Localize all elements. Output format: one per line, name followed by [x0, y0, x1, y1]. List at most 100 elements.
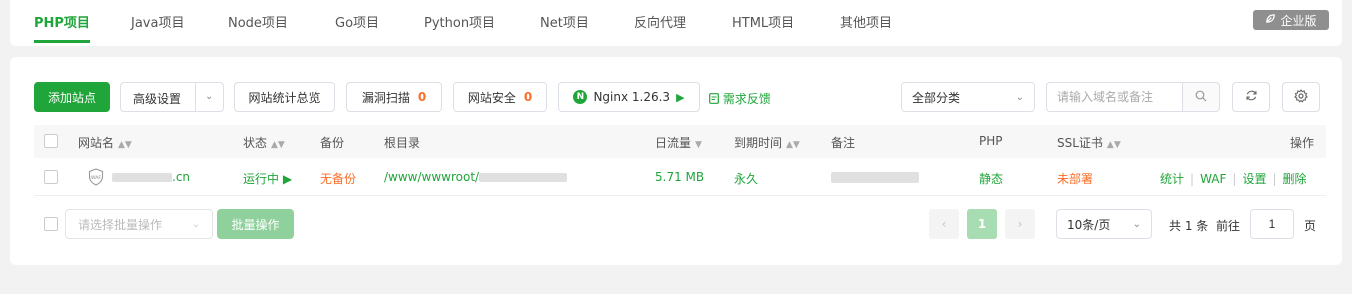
split-divider — [195, 83, 196, 111]
redacted-domain — [112, 173, 172, 182]
search-icon — [1195, 90, 1207, 105]
root-dir-link[interactable]: /www/wwwroot/ — [384, 170, 568, 184]
root-dir-prefix: /www/wwwroot/ — [384, 170, 480, 184]
header-backup: 备份 — [320, 136, 345, 150]
batch-action-select[interactable]: 请选择批量操作 ⌄ — [65, 209, 213, 239]
table-row: WAF .cn 运行中 ▶ 无备份 /www/wwwroot/ 5.71 MB … — [34, 158, 1326, 196]
row-checkbox[interactable] — [44, 170, 58, 184]
footer-select-all-checkbox[interactable] — [44, 217, 58, 231]
header-site-name-label: 网站名 — [78, 136, 115, 150]
traffic-value[interactable]: 5.71 MB — [655, 170, 704, 184]
header-site-name[interactable]: 网站名 ▲▼ — [78, 134, 132, 151]
play-icon: ▶ — [676, 90, 685, 104]
ssl-status-link[interactable]: 未部署 — [1057, 170, 1093, 187]
header-status[interactable]: 状态 ▲▼ — [243, 134, 285, 151]
waf-shield-icon: WAF — [88, 168, 104, 186]
header-ops: 操作 — [1290, 136, 1315, 150]
nginx-version-button[interactable]: N Nginx 1.26.3 ▶ — [558, 82, 700, 112]
chevron-down-icon[interactable]: ⌄ — [205, 91, 213, 102]
sort-icon: ▲▼ — [271, 140, 285, 150]
page-size-value: 10条/页 — [1067, 217, 1111, 232]
nginx-icon: N — [573, 90, 588, 104]
nginx-version-label: Nginx 1.26.3 — [593, 90, 671, 104]
sort-icon: ▲▼ — [1106, 140, 1121, 150]
header-status-label: 状态 — [243, 136, 268, 150]
tab-java[interactable]: Java项目 — [131, 12, 184, 31]
batch-action-placeholder: 请选择批量操作 — [78, 217, 163, 232]
backup-link[interactable]: 无备份 — [320, 170, 356, 187]
header-expire-label: 到期时间 — [734, 136, 783, 150]
divider: | — [1232, 172, 1237, 186]
svg-text:WAF: WAF — [91, 175, 101, 181]
batch-action-button[interactable]: 批量操作 — [217, 209, 294, 239]
goto-page-input[interactable] — [1250, 209, 1294, 239]
header-note: 备注 — [831, 136, 856, 150]
category-select-value: 全部分类 — [912, 90, 961, 105]
goto-label: 前往 — [1216, 219, 1241, 233]
chevron-down-icon: ⌄ — [191, 218, 200, 230]
add-site-button[interactable]: 添加站点 — [34, 82, 110, 112]
site-name-link[interactable]: .cn — [112, 170, 190, 184]
page-unit-label: 页 — [1304, 219, 1317, 233]
header-root-dir: 根目录 — [384, 136, 421, 150]
site-security-button[interactable]: 网站安全 0 — [453, 82, 547, 112]
status-toggle[interactable]: 运行中 ▶ — [243, 170, 292, 187]
enterprise-badge-label: 企业版 — [1280, 13, 1317, 28]
feedback-label: 需求反馈 — [722, 92, 771, 106]
tab-php[interactable]: PHP项目 — [34, 12, 90, 31]
prev-page-button[interactable]: ‹ — [929, 209, 959, 239]
header-expire[interactable]: 到期时间 ▲▼ — [734, 134, 800, 151]
tab-reverse-proxy[interactable]: 反向代理 — [634, 12, 686, 31]
feedback-link[interactable]: 需求反馈 — [709, 90, 771, 107]
settings-button[interactable] — [1282, 82, 1320, 112]
sort-down-icon: ▼ — [695, 140, 702, 150]
advanced-settings-button[interactable]: 高级设置 ⌄ — [120, 82, 224, 112]
header-traffic[interactable]: 日流量 ▼ — [655, 134, 702, 151]
waf-link[interactable]: WAF — [1200, 172, 1226, 186]
vuln-scan-button[interactable]: 漏洞扫描 0 — [346, 82, 442, 112]
settings-link[interactable]: 设置 — [1242, 172, 1266, 186]
category-select[interactable]: 全部分类 ⌄ — [901, 82, 1035, 112]
page-size-select[interactable]: 10条/页 ⌄ — [1056, 209, 1152, 239]
note-field[interactable] — [831, 170, 919, 184]
chevron-down-icon: ⌄ — [1132, 218, 1141, 230]
page-number-current[interactable]: 1 — [967, 209, 997, 239]
enterprise-badge[interactable]: 企业版 — [1253, 10, 1329, 30]
header-php: PHP — [979, 134, 1003, 148]
divider: | — [1190, 172, 1195, 186]
sort-icon: ▲▼ — [786, 140, 800, 150]
row-actions: 统计 | WAF | 设置 | 删除 — [1160, 170, 1307, 187]
tab-net[interactable]: Net项目 — [540, 12, 589, 31]
search-button[interactable] — [1182, 82, 1220, 112]
next-page-button[interactable]: › — [1005, 209, 1035, 239]
security-count-badge: 0 — [523, 90, 533, 104]
site-security-label: 网站安全 — [467, 90, 516, 105]
status-label: 运行中 — [243, 172, 280, 186]
domain-search-input[interactable] — [1046, 82, 1182, 112]
header-ssl-label: SSL证书 — [1057, 136, 1103, 150]
refresh-icon — [1245, 89, 1258, 105]
table-header: 网站名 ▲▼ 状态 ▲▼ 备份 根目录 日流量 ▼ 到期时间 ▲▼ 备注 PHP SSL… — [34, 125, 1326, 158]
tab-python[interactable]: Python项目 — [424, 12, 495, 31]
sort-icon: ▲▼ — [118, 140, 132, 150]
expire-value[interactable]: 永久 — [734, 170, 758, 187]
refresh-button[interactable] — [1232, 82, 1270, 112]
tab-html[interactable]: HTML项目 — [732, 12, 794, 31]
tab-node[interactable]: Node项目 — [228, 12, 288, 31]
header-traffic-label: 日流量 — [655, 136, 692, 150]
delete-link[interactable]: 删除 — [1283, 172, 1307, 186]
chevron-down-icon: ⌄ — [1015, 91, 1024, 103]
vuln-scan-label: 漏洞扫描 — [361, 90, 410, 105]
total-count: 共 1 条 — [1169, 219, 1209, 233]
divider: | — [1272, 172, 1277, 186]
vuln-count-badge: 0 — [417, 90, 427, 104]
stats-link[interactable]: 统计 — [1160, 172, 1184, 186]
select-all-checkbox[interactable] — [44, 134, 58, 148]
redacted-path — [479, 173, 568, 182]
gear-icon — [1294, 88, 1308, 106]
tab-go[interactable]: Go项目 — [335, 12, 379, 31]
header-ssl[interactable]: SSL证书 ▲▼ — [1057, 134, 1121, 151]
php-version-link[interactable]: 静态 — [979, 170, 1003, 187]
site-stats-overview-button[interactable]: 网站统计总览 — [234, 82, 335, 112]
tab-other[interactable]: 其他项目 — [840, 12, 892, 31]
